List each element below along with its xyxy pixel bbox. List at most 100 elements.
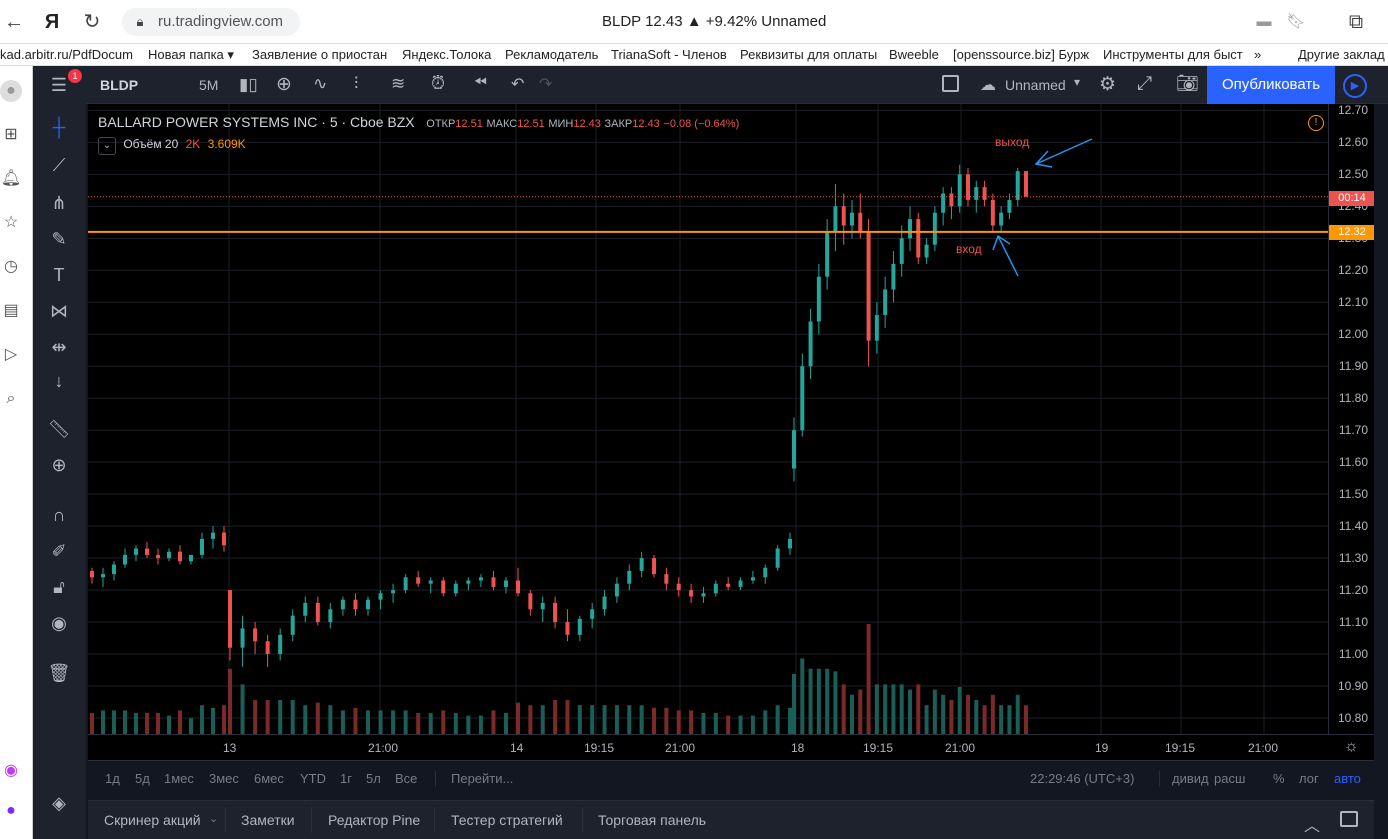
- alice-icon[interactable]: ●: [0, 800, 22, 822]
- range-1m[interactable]: 1мес: [164, 771, 194, 786]
- price-axis[interactable]: 12.7012.6012.5012.4012.3012.2012.1012.00…: [1328, 103, 1375, 734]
- extended-toggle[interactable]: расш: [1214, 771, 1245, 786]
- ruler-icon[interactable]: 📏︎: [44, 416, 74, 442]
- url-text[interactable]: ru.tradingview.com: [158, 13, 283, 30]
- undo-icon[interactable]: ↶: [511, 74, 524, 94]
- chevron-up-icon[interactable]: ︿: [1304, 812, 1320, 836]
- candle-body: [652, 558, 656, 575]
- chevron-down-icon[interactable]: ⌄: [209, 812, 218, 825]
- range-1d[interactable]: 1д: [105, 771, 120, 786]
- range-1y[interactable]: 1г: [340, 771, 352, 786]
- log-toggle[interactable]: лог: [1299, 771, 1319, 786]
- collections-icon[interactable]: ▤: [0, 300, 22, 322]
- eye-icon[interactable]: ◉: [44, 610, 74, 636]
- fib-icon[interactable]: ⋔: [44, 190, 74, 216]
- maximize-icon[interactable]: [1340, 811, 1358, 827]
- symbol-search[interactable]: BLDP: [100, 77, 138, 93]
- tab-notes[interactable]: Заметки: [241, 812, 295, 828]
- lock-pencil-icon[interactable]: ✐: [44, 538, 74, 564]
- layout-name[interactable]: Unnamed: [1005, 77, 1066, 93]
- bookmark-item[interactable]: TrianaSoft - Членов: [611, 47, 727, 62]
- tab-pine-editor[interactable]: Редактор Pine: [328, 812, 420, 828]
- reader-icon[interactable]: ▬: [1252, 10, 1276, 34]
- forecast-icon[interactable]: ⇹: [44, 334, 74, 360]
- play-icon[interactable]: ▶: [1343, 74, 1367, 98]
- bookmark-item[interactable]: Рекламодатель: [505, 47, 598, 62]
- templates-icon[interactable]: ⫶: [354, 74, 358, 94]
- goto-date[interactable]: Перейти...: [451, 771, 513, 786]
- text-icon[interactable]: T: [44, 262, 74, 288]
- volume-bar: [891, 684, 896, 734]
- collapse-chevron-icon[interactable]: ⌄: [98, 137, 116, 155]
- range-all[interactable]: Все: [395, 771, 417, 786]
- play-icon[interactable]: ▷: [0, 344, 22, 366]
- crosshair-icon[interactable]: ┼: [44, 114, 74, 140]
- right-scroll-strip: [1374, 104, 1388, 839]
- replay-icon[interactable]: ⏪︎: [474, 74, 487, 92]
- bookmark-item[interactable]: Яндекс.Толока: [402, 47, 491, 62]
- tab-trading-panel[interactable]: Торговая панель: [598, 812, 706, 828]
- trendline-icon[interactable]: ⟋: [44, 152, 74, 178]
- compare-add-icon[interactable]: ⊕: [276, 73, 292, 96]
- pattern-icon[interactable]: ⋈: [44, 298, 74, 324]
- layers-icon[interactable]: ◈: [44, 790, 74, 816]
- trash-icon[interactable]: 🗑︎: [44, 660, 74, 686]
- assistant-icon[interactable]: ◉: [0, 760, 22, 782]
- range-6m[interactable]: 6мес: [254, 771, 284, 786]
- layout-icon[interactable]: [942, 75, 959, 92]
- candles-type-icon[interactable]: ▮▯: [239, 75, 258, 95]
- time-axis[interactable]: 13 21:00 14 19:15 21:00 18 19:15 21:00 1…: [88, 734, 1374, 760]
- translate-icon[interactable]: ⧉: [1344, 10, 1368, 34]
- gear-icon[interactable]: ⚙: [1099, 73, 1116, 96]
- arrow-down-icon[interactable]: ↓: [44, 368, 74, 394]
- settings-sun-icon[interactable]: ☼: [1344, 738, 1359, 756]
- publish-button[interactable]: Опубликовать: [1207, 66, 1335, 104]
- auto-toggle[interactable]: авто: [1334, 771, 1361, 786]
- history-icon[interactable]: ◷: [0, 256, 22, 278]
- fullscreen-icon[interactable]: ⤢: [1137, 73, 1152, 95]
- indicators-icon[interactable]: ∿: [313, 74, 327, 94]
- bookmark-item[interactable]: Новая папка ▾: [148, 47, 234, 63]
- bookmark-item[interactable]: Инструменты для быст: [1103, 47, 1243, 62]
- camera-icon[interactable]: 📷︎: [1176, 73, 1199, 94]
- interval-selector[interactable]: 5M: [199, 77, 218, 93]
- star-icon[interactable]: ☆: [0, 212, 22, 234]
- chevron-down-icon[interactable]: ▾: [1074, 75, 1080, 89]
- bookmark-item[interactable]: [openssource.biz] Бурж: [953, 47, 1089, 62]
- bookmark-item[interactable]: Заявление о приостан: [252, 47, 387, 62]
- apps-icon[interactable]: ⊞: [0, 124, 22, 146]
- range-5y[interactable]: 5л: [366, 771, 381, 786]
- bookmark-item[interactable]: Bweeble: [889, 47, 939, 62]
- financials-icon[interactable]: ≋: [391, 74, 405, 94]
- range-ytd[interactable]: YTD: [300, 771, 326, 786]
- bookmark-item[interactable]: kad.arbitr.ru/PdfDocum: [0, 47, 133, 62]
- brush-icon[interactable]: ✎: [44, 226, 74, 252]
- range-5d[interactable]: 5д: [135, 771, 150, 786]
- magnet-icon[interactable]: ∩: [44, 502, 74, 528]
- redo-icon[interactable]: ↷: [539, 74, 552, 94]
- volume-bar: [627, 705, 632, 734]
- reload-icon[interactable]: ↻: [80, 10, 104, 34]
- percent-toggle[interactable]: %: [1273, 771, 1285, 786]
- avatar[interactable]: ●: [0, 80, 22, 102]
- bookmarks-overflow[interactable]: »: [1254, 47, 1261, 62]
- yandex-logo-icon[interactable]: Я: [40, 10, 64, 34]
- range-3m[interactable]: 3мес: [209, 771, 239, 786]
- bookmark-icon[interactable]: 🔖︎: [1284, 10, 1308, 34]
- bell-icon[interactable]: 🔔︎: [0, 168, 22, 190]
- bookmark-item[interactable]: Реквизиты для оплаты: [740, 47, 877, 62]
- clock[interactable]: 22:29:46 (UTC+3): [1030, 771, 1134, 786]
- alert-icon[interactable]: ⏰︎: [431, 73, 445, 94]
- unlock-icon[interactable]: 🔓︎: [44, 574, 74, 600]
- dividends-toggle[interactable]: дивид: [1172, 771, 1209, 786]
- tab-strategy-tester[interactable]: Тестер стратегий: [451, 812, 563, 828]
- volume-bar: [949, 700, 954, 734]
- zoom-icon[interactable]: ⊕: [44, 452, 74, 478]
- other-bookmarks[interactable]: Другие заклад: [1298, 47, 1385, 62]
- chart-pane[interactable]: BALLARD POWER SYSTEMS INC · 5 · Cboe BZX…: [88, 104, 1328, 734]
- symbol-description: BALLARD POWER SYSTEMS INC · 5 · Cboe BZX: [98, 114, 415, 130]
- tab-screener[interactable]: Скринер акций: [104, 812, 201, 828]
- search-image-icon[interactable]: ⌕: [0, 388, 22, 410]
- warning-icon[interactable]: !: [1308, 115, 1324, 131]
- back-icon[interactable]: ←: [2, 10, 26, 34]
